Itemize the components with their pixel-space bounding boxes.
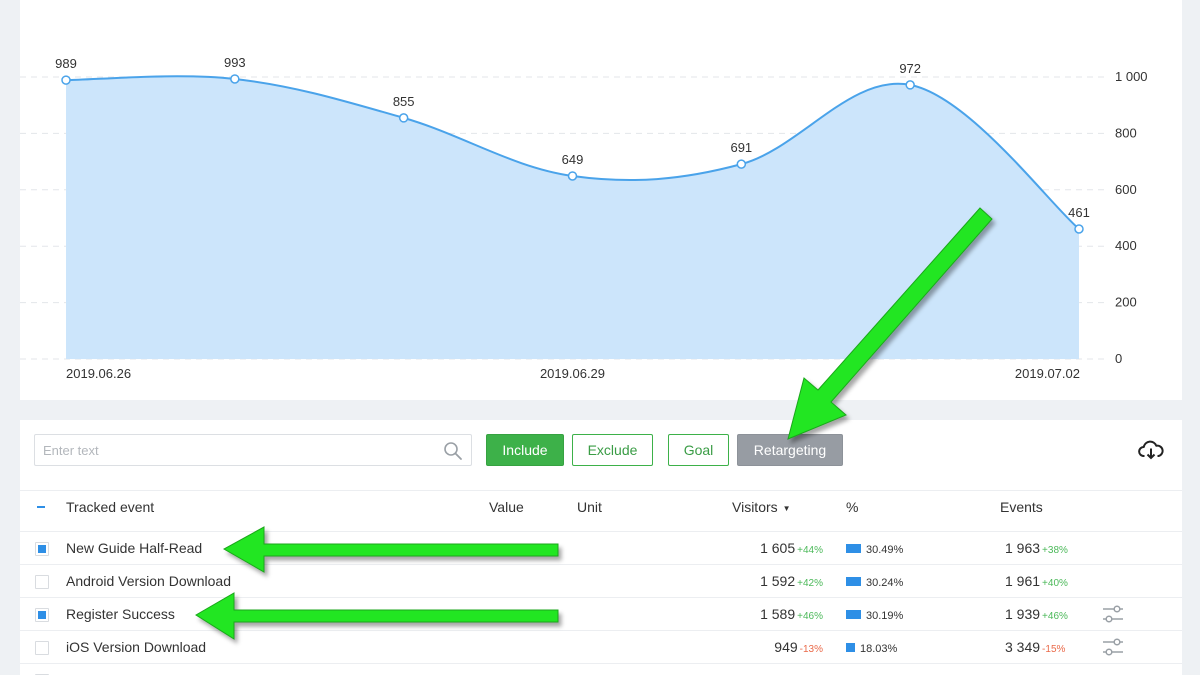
events-cell: 1 961 +40% <box>1005 565 1068 598</box>
percent-cell: 18.03% <box>846 631 897 664</box>
header-percent[interactable]: % <box>846 491 858 524</box>
visitors-value: 1 592 <box>760 573 796 589</box>
events-table-panel: Include Exclude Goal Retargeting Tracked… <box>20 420 1182 675</box>
visitors-delta: +46% <box>797 611 823 622</box>
events-value: 3 349 <box>1005 639 1041 655</box>
goal-button[interactable]: Goal <box>668 434 729 466</box>
data-point <box>61 75 71 85</box>
row-checkbox[interactable] <box>35 608 49 622</box>
percent-value: 30.49% <box>866 544 904 556</box>
percent-bar <box>846 543 861 553</box>
header-visitors[interactable]: Visitors ▼ <box>732 491 791 524</box>
visitors-value: 1 605 <box>760 540 796 556</box>
data-point <box>736 159 747 169</box>
data-label: 691 <box>730 140 752 155</box>
y-tick-label: 800 <box>1115 125 1137 140</box>
data-label: 993 <box>224 55 246 70</box>
visitors-cell: 1 605 +44% <box>720 532 823 565</box>
table-row[interactable]: iOS Version Download 949 -13% 18.03% 3 349 -1… <box>20 630 1182 663</box>
visitors-value: 949 <box>774 639 798 655</box>
header-tracked-event[interactable]: Tracked event <box>66 491 154 524</box>
percent-bar <box>846 642 855 652</box>
sliders-icon[interactable] <box>1102 637 1124 657</box>
header-visitors-label: Visitors <box>732 499 778 515</box>
events-delta: +38% <box>1042 545 1068 556</box>
x-tick-label: 2019.06.26 <box>66 366 131 381</box>
percent-cell: 30.24% <box>846 565 903 598</box>
row-checkbox[interactable] <box>35 542 49 556</box>
chart-panel: 0 200 400 600 800 1 000 989 993 855 649 691 972 461 2… <box>20 0 1182 400</box>
event-name[interactable]: Register Success <box>66 598 175 631</box>
y-tick-label: 1 000 <box>1115 69 1148 84</box>
row-checkbox[interactable] <box>35 575 49 589</box>
events-value: 1 939 <box>1005 606 1041 622</box>
percent-value: 18.03% <box>860 643 898 655</box>
visitors-cell: 1 592 +42% <box>720 565 823 598</box>
events-delta: +46% <box>1042 611 1068 622</box>
sliders-icon[interactable] <box>1102 604 1124 624</box>
events-value: 1 963 <box>1005 540 1041 556</box>
visitors-cell: 949 -13% <box>720 631 823 664</box>
table-row[interactable]: Android Version Download 1 592 +42% 30.24% 1… <box>20 564 1182 597</box>
x-tick-label: 2019.07.02 <box>1015 366 1080 381</box>
event-name[interactable]: Android Version Download <box>66 565 231 598</box>
table-row[interactable]: New Guide Half-Read 1 605 +44% 30.49% 1 963 +… <box>20 531 1182 564</box>
percent-value: 30.24% <box>866 577 904 589</box>
data-label: 972 <box>899 61 921 76</box>
retargeting-button[interactable]: Retargeting <box>737 434 843 466</box>
search-input[interactable] <box>35 435 435 465</box>
y-tick-label: 400 <box>1115 238 1137 253</box>
percent-bar <box>846 609 861 619</box>
data-point <box>230 74 240 84</box>
search-field[interactable] <box>34 434 472 466</box>
data-label: 649 <box>562 152 584 167</box>
table-header: Tracked event Value Unit Visitors ▼ % Eve… <box>20 490 1182 523</box>
data-point <box>567 171 578 181</box>
row-checkbox[interactable] <box>35 641 49 655</box>
series-area <box>66 76 1079 359</box>
y-tick-label: 0 <box>1115 351 1122 366</box>
data-label: 855 <box>393 94 415 109</box>
data-point <box>1074 224 1084 234</box>
data-point <box>905 80 915 90</box>
events-delta: +40% <box>1042 578 1068 589</box>
header-value[interactable]: Value <box>489 491 524 524</box>
area-chart: 0 200 400 600 800 1 000 989 993 855 649 691 972 461 2… <box>20 55 1148 381</box>
y-tick-label: 600 <box>1115 182 1137 197</box>
table-row[interactable]: Register Success 1 589 +46% 30.19% 1 939 +46% <box>20 597 1182 630</box>
data-point <box>398 113 409 123</box>
events-cell: 1 939 +46% <box>1005 598 1068 631</box>
visitors-delta: +42% <box>797 578 823 589</box>
header-events[interactable]: Events <box>1000 491 1043 524</box>
events-cell: 1 963 +38% <box>1005 532 1068 565</box>
select-all-checkbox[interactable] <box>35 501 49 515</box>
search-icon[interactable] <box>443 441 463 461</box>
events-value: 1 961 <box>1005 573 1041 589</box>
percent-value: 30.19% <box>866 610 904 622</box>
visitors-cell: 1 589 +46% <box>720 598 823 631</box>
include-button[interactable]: Include <box>486 434 564 466</box>
cloud-download-icon[interactable] <box>1138 439 1164 461</box>
event-name[interactable]: New Guide Half-Read <box>66 532 202 565</box>
data-label: 461 <box>1068 205 1090 220</box>
events-delta: -15% <box>1042 644 1066 655</box>
visitors-delta: +44% <box>797 545 823 556</box>
sort-desc-icon: ▼ <box>782 503 791 513</box>
table-row[interactable] <box>20 663 1182 675</box>
y-tick-label: 200 <box>1115 295 1137 310</box>
exclude-button[interactable]: Exclude <box>572 434 653 466</box>
visitors-delta: -13% <box>799 644 823 655</box>
percent-cell: 30.49% <box>846 532 903 565</box>
percent-bar <box>846 576 861 586</box>
events-cell: 3 349 -15% <box>1005 631 1065 664</box>
header-unit[interactable]: Unit <box>577 491 602 524</box>
visitors-value: 1 589 <box>760 606 796 622</box>
event-name[interactable]: iOS Version Download <box>66 631 206 664</box>
percent-cell: 30.19% <box>846 598 903 631</box>
x-tick-label: 2019.06.29 <box>540 366 605 381</box>
data-label: 989 <box>55 56 77 71</box>
